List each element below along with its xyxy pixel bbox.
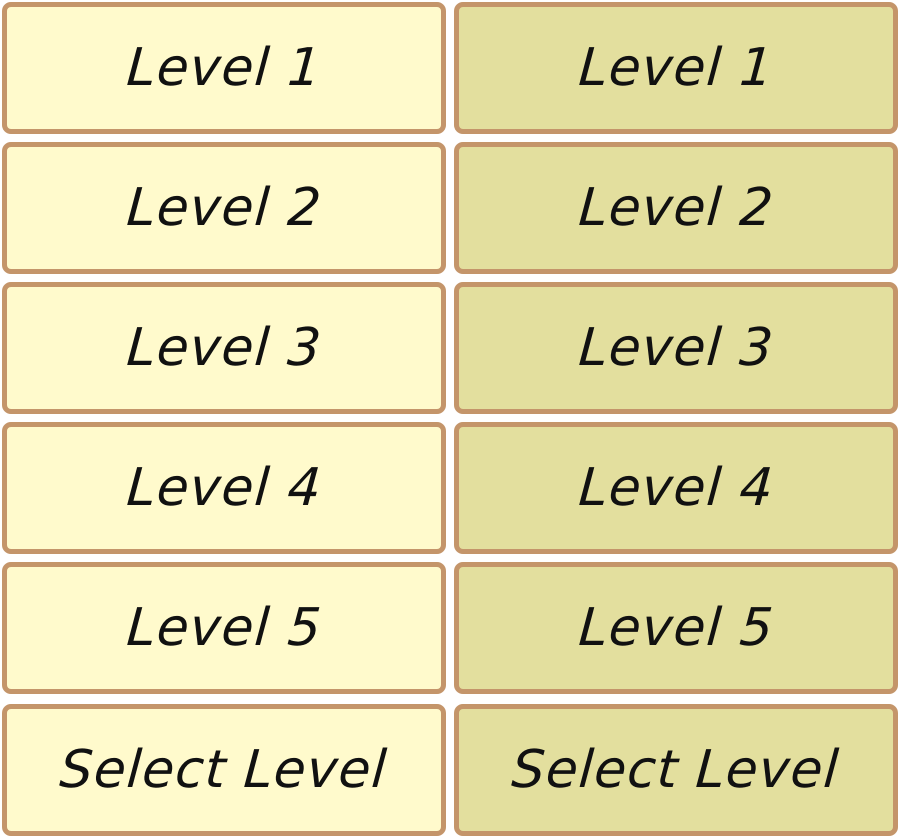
level-1-button-hover[interactable]: Level 1 [454,2,898,134]
level-5-button-hover[interactable]: Level 5 [454,562,898,694]
level-1-label: Level 1 [124,38,324,98]
level-3-button-hover[interactable]: Level 3 [454,282,898,414]
level-3-label-hover: Level 3 [576,318,776,378]
level-button-sheet: Level 1 Level 2 Level 3 Level 4 Level 5 … [0,0,910,840]
select-level-button-hover[interactable]: Select Level [454,704,898,836]
level-3-button[interactable]: Level 3 [2,282,446,414]
level-2-button[interactable]: Level 2 [2,142,446,274]
level-4-button[interactable]: Level 4 [2,422,446,554]
select-level-label-hover: Select Level [510,740,842,800]
level-4-label-hover: Level 4 [576,458,776,518]
level-1-button[interactable]: Level 1 [2,2,446,134]
level-4-button-hover[interactable]: Level 4 [454,422,898,554]
level-5-button[interactable]: Level 5 [2,562,446,694]
level-5-label: Level 5 [124,598,324,658]
select-level-label: Select Level [58,740,390,800]
level-2-label: Level 2 [124,178,324,238]
level-3-label: Level 3 [124,318,324,378]
level-2-label-hover: Level 2 [576,178,776,238]
select-level-button[interactable]: Select Level [2,704,446,836]
level-2-button-hover[interactable]: Level 2 [454,142,898,274]
level-5-label-hover: Level 5 [576,598,776,658]
level-1-label-hover: Level 1 [576,38,776,98]
level-4-label: Level 4 [124,458,324,518]
